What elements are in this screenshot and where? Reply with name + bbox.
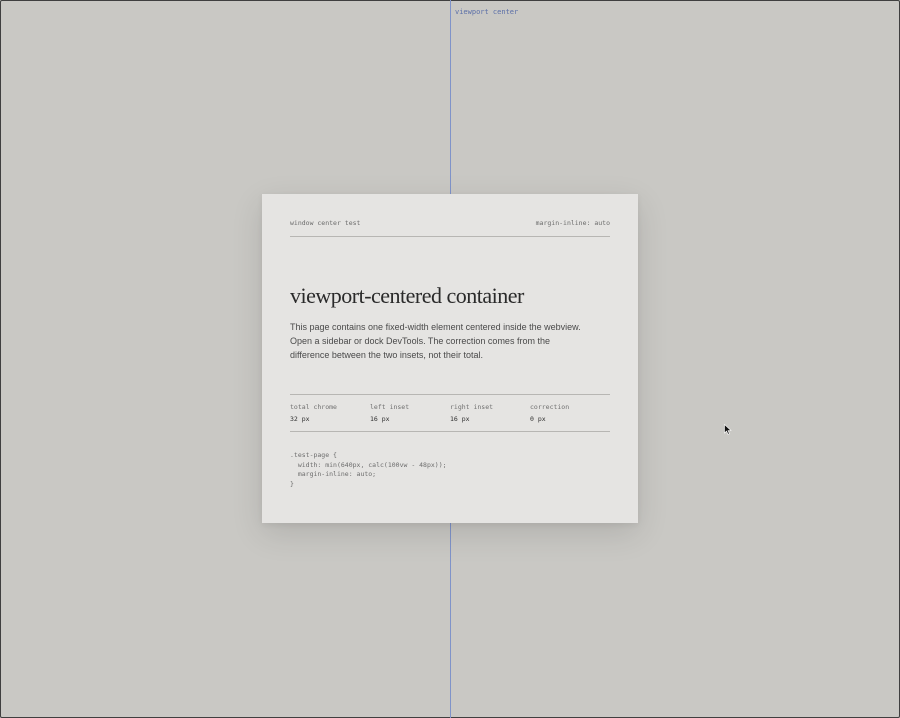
stat-correction: correction 0 px xyxy=(530,403,610,423)
card-header: window center test margin-inline: auto xyxy=(290,219,610,227)
css-code-block: .test-page { width: min(640px, calc(100v… xyxy=(290,451,447,488)
stat-value: 16 px xyxy=(370,415,390,423)
stat-label: right inset xyxy=(450,403,494,411)
header-divider xyxy=(290,236,610,237)
stat-value: 32 px xyxy=(290,415,310,423)
stat-label: left inset xyxy=(370,403,410,411)
mouse-pointer-icon xyxy=(724,424,732,435)
page-description: This page contains one fixed-width eleme… xyxy=(290,322,581,360)
stats-bottom-divider xyxy=(290,431,610,432)
stat-value: 0 px xyxy=(530,415,546,423)
stat-value: 16 px xyxy=(450,415,470,423)
viewport-center-label: viewport center xyxy=(455,8,519,16)
stat-left-inset: left inset 16 px xyxy=(370,403,450,423)
test-page-card: window center test margin-inline: auto v… xyxy=(262,194,638,523)
stat-total-chrome: total chrome 32 px xyxy=(290,403,370,423)
stat-right-inset: right inset 16 px xyxy=(450,403,530,423)
page-title: viewport-centered container xyxy=(290,283,524,308)
card-header-left: window center test xyxy=(290,219,361,227)
stat-label: correction xyxy=(530,403,570,411)
stat-label: total chrome xyxy=(290,403,337,411)
card-header-right: margin-inline: auto xyxy=(535,219,610,227)
stats-top-divider xyxy=(290,394,610,395)
